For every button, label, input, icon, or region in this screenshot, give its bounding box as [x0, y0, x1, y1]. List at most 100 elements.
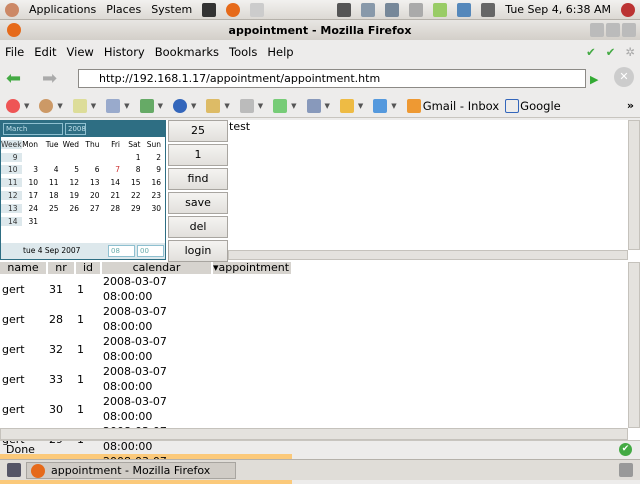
table-row[interactable]: gert 30 1 2008-03-07 08:00:00 [0, 394, 292, 424]
textarea-hscrollbar[interactable] [228, 250, 628, 260]
id-button[interactable]: 1 [168, 144, 228, 166]
calendar-day[interactable]: 15 [124, 178, 145, 187]
calendar-day[interactable]: 9 [145, 165, 166, 174]
login-button[interactable]: login [168, 240, 228, 262]
mail-icon[interactable] [250, 2, 265, 17]
calendar-day[interactable]: 18 [42, 191, 63, 200]
taskbar-firefox-window[interactable]: appointment - Mozilla Firefox [26, 462, 236, 479]
settings-icon[interactable] [409, 2, 424, 17]
hour-input[interactable]: 08 [108, 245, 135, 257]
stop-icon[interactable]: ✕ [614, 67, 634, 87]
calendar-day[interactable]: 12 [63, 178, 84, 187]
menu-history[interactable]: History [104, 45, 145, 59]
textarea-vscrollbar[interactable] [628, 120, 640, 250]
go-icon[interactable]: ▶ [590, 73, 598, 86]
calendar-day[interactable]: 4 [42, 165, 63, 174]
table-row[interactable]: gert 33 1 2008-03-07 08:00:00 [0, 364, 292, 394]
calendar-day[interactable]: 5 [63, 165, 84, 174]
calendar-day[interactable]: 22 [124, 191, 145, 200]
stop-toolbar-icon[interactable] [6, 98, 20, 113]
col-nr[interactable]: nr [47, 262, 76, 274]
update-icon[interactable] [457, 2, 472, 17]
bookmark-gmail[interactable]: Gmail - Inbox [423, 99, 499, 113]
col-calendar[interactable]: calendar [101, 262, 213, 274]
minimize-icon[interactable] [590, 23, 604, 37]
calendar-day[interactable]: 25 [42, 204, 63, 213]
menu-help[interactable]: Help [267, 45, 293, 59]
nr-button[interactable]: 25 [168, 120, 228, 142]
calendar-day[interactable]: 2 [145, 153, 166, 162]
calendar-day[interactable]: 6 [83, 165, 104, 174]
menu-edit[interactable]: Edit [34, 45, 56, 59]
calendar-day[interactable]: 11 [42, 178, 63, 187]
firefox-icon[interactable] [226, 2, 241, 17]
back-icon[interactable]: ⬅ [6, 68, 21, 89]
col-name[interactable]: name [0, 262, 48, 274]
image-icon[interactable] [139, 98, 154, 113]
power-icon[interactable] [621, 2, 635, 17]
forward-icon[interactable]: ➡ [42, 68, 57, 89]
places-menu[interactable]: Places [106, 3, 141, 16]
bookmarks-overflow[interactable]: » [627, 99, 634, 112]
menu-tools[interactable]: Tools [229, 45, 257, 59]
calendar-day[interactable]: 30 [145, 204, 166, 213]
appointment-textarea[interactable]: test [228, 120, 628, 250]
table-row[interactable]: gert 28 1 2008-03-07 08:00:00 [0, 304, 292, 334]
table-row[interactable]: gert 32 1 2008-03-07 08:00:00 [0, 334, 292, 364]
calendar-day[interactable]: 7 [104, 165, 125, 174]
calendar-day[interactable]: 8 [124, 165, 145, 174]
pencil-icon[interactable] [206, 98, 221, 113]
form-icon[interactable] [72, 98, 87, 113]
table-row[interactable]: gert 31 1 2008-03-07 08:00:00 [0, 274, 292, 304]
find-button[interactable]: find [168, 168, 228, 190]
check-icon[interactable]: ✔ [606, 45, 616, 59]
minute-input[interactable]: 00 [137, 245, 164, 257]
menu-file[interactable]: File [5, 45, 24, 59]
year-input[interactable]: 2008 [65, 123, 86, 135]
maximize-icon[interactable] [606, 23, 620, 37]
clock[interactable]: Tue Sep 4, 6:38 AM [505, 3, 611, 16]
key-icon[interactable] [339, 98, 354, 113]
addon-check-icon[interactable]: ✔ [586, 45, 596, 59]
calendar-day[interactable]: 31 [22, 217, 43, 226]
col-id[interactable]: id [75, 262, 102, 274]
close-icon[interactable] [622, 23, 636, 37]
system-menu[interactable]: System [151, 3, 192, 16]
tools-icon[interactable] [306, 98, 321, 113]
calendar-day[interactable]: 27 [83, 204, 104, 213]
calendar-day[interactable]: 20 [83, 191, 104, 200]
firefox-window-icon[interactable] [7, 23, 21, 37]
screenshot-icon[interactable] [385, 2, 400, 17]
camera-icon[interactable] [337, 2, 352, 17]
save-button[interactable]: save [168, 192, 228, 214]
calendar-day[interactable]: 21 [104, 191, 125, 200]
calendar-day[interactable]: 16 [145, 178, 166, 187]
menu-view[interactable]: View [67, 45, 94, 59]
user-icon[interactable] [39, 98, 54, 113]
month-select[interactable]: March [3, 123, 63, 135]
calendar-day[interactable]: 13 [83, 178, 104, 187]
calendar-day[interactable]: 23 [145, 191, 166, 200]
volume-icon[interactable] [481, 2, 496, 17]
calendar-day[interactable]: 19 [63, 191, 84, 200]
calendar-day[interactable]: 10 [22, 178, 43, 187]
bookmark-google[interactable]: Google [520, 99, 561, 113]
list-icon[interactable] [106, 98, 121, 113]
page-vscrollbar[interactable] [628, 262, 640, 428]
resize-icon[interactable] [273, 98, 288, 113]
network-icon[interactable] [361, 2, 376, 17]
calendar-day[interactable]: 3 [22, 165, 43, 174]
calendar-day[interactable]: 26 [63, 204, 84, 213]
cube-icon[interactable] [239, 98, 254, 113]
col-appointment[interactable]: ▾appointment [212, 262, 293, 274]
trash-icon[interactable] [619, 463, 633, 477]
window-titlebar[interactable]: appointment - Mozilla Firefox [0, 20, 640, 40]
today-date[interactable]: tue 4 Sep 2007 [23, 246, 80, 255]
delete-button[interactable]: del [168, 216, 228, 238]
show-desktop-icon[interactable] [7, 463, 21, 477]
calendar-day[interactable]: 14 [104, 178, 125, 187]
applications-menu[interactable]: Applications [29, 3, 96, 16]
page-hscrollbar[interactable] [0, 428, 628, 440]
info-icon[interactable] [172, 98, 187, 113]
options-icon[interactable] [373, 98, 388, 113]
